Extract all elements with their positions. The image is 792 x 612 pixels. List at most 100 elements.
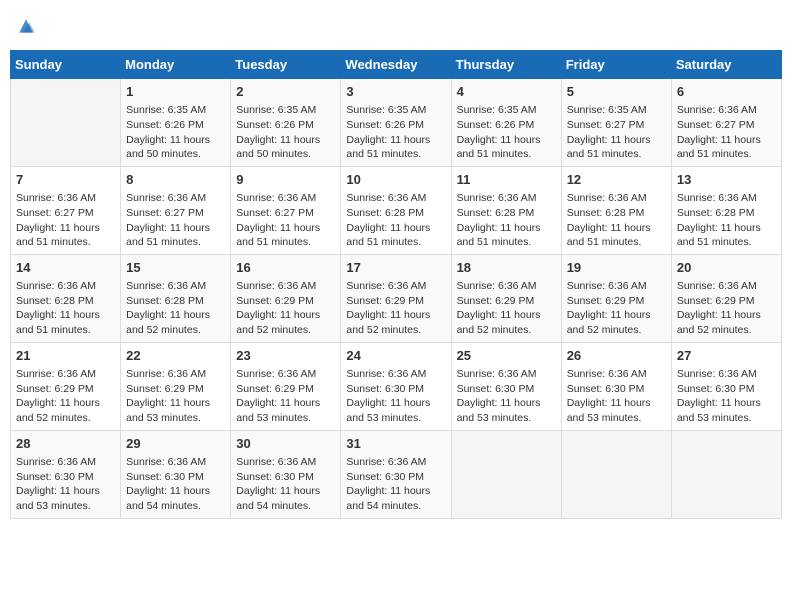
calendar-cell	[561, 430, 671, 518]
calendar-cell: 1 Sunrise: 6:35 AM Sunset: 6:26 PM Daylig…	[121, 79, 231, 167]
weekday-header: Saturday	[671, 51, 781, 79]
page-header	[10, 10, 782, 42]
calendar-week-row: 21 Sunrise: 6:36 AM Sunset: 6:29 PM Dayli…	[11, 342, 782, 430]
calendar-cell: 18Sunrise: 6:36 AM Sunset: 6:29 PM Dayli…	[451, 254, 561, 342]
day-number: 16	[236, 259, 335, 277]
weekday-header: Monday	[121, 51, 231, 79]
calendar-table: SundayMondayTuesdayWednesdayThursdayFrid…	[10, 50, 782, 519]
day-info: Sunrise: 6:36 AM Sunset: 6:30 PM Dayligh…	[457, 367, 556, 426]
day-info: Sunrise: 6:36 AM Sunset: 6:29 PM Dayligh…	[567, 279, 666, 338]
day-info: Sunrise: 6:36 AM Sunset: 6:30 PM Dayligh…	[126, 455, 225, 514]
day-number: 1	[126, 83, 225, 101]
day-number: 22	[126, 347, 225, 365]
calendar-cell: 21 Sunrise: 6:36 AM Sunset: 6:29 PM Dayli…	[11, 342, 121, 430]
day-info: Sunrise: 6:36 AM Sunset: 6:28 PM Dayligh…	[457, 191, 556, 250]
day-number: 9	[236, 171, 335, 189]
day-info: Sunrise: 6:36 AM Sunset: 6:28 PM Dayligh…	[677, 191, 776, 250]
day-info: Sunrise: 6:35 AM Sunset: 6:26 PM Dayligh…	[346, 103, 445, 162]
calendar-cell: 14 Sunrise: 6:36 AM Sunset: 6:28 PM Dayli…	[11, 254, 121, 342]
day-number: 21	[16, 347, 115, 365]
day-number: 5	[567, 83, 666, 101]
calendar-week-row: 1 Sunrise: 6:35 AM Sunset: 6:26 PM Daylig…	[11, 79, 782, 167]
day-number: 17	[346, 259, 445, 277]
calendar-cell: 10 Sunrise: 6:36 AM Sunset: 6:28 PM Dayli…	[341, 166, 451, 254]
day-info: Sunrise: 6:35 AM Sunset: 6:27 PM Dayligh…	[567, 103, 666, 162]
calendar-week-row: 14 Sunrise: 6:36 AM Sunset: 6:28 PM Dayli…	[11, 254, 782, 342]
calendar-cell: 8 Sunrise: 6:36 AM Sunset: 6:27 PM Daylig…	[121, 166, 231, 254]
calendar-cell: 13Sunrise: 6:36 AM Sunset: 6:28 PM Dayli…	[671, 166, 781, 254]
weekday-header: Friday	[561, 51, 671, 79]
day-number: 18	[457, 259, 556, 277]
calendar-cell: 31 Sunrise: 6:36 AM Sunset: 6:30 PM Dayli…	[341, 430, 451, 518]
day-number: 19	[567, 259, 666, 277]
day-number: 26	[567, 347, 666, 365]
day-number: 24	[346, 347, 445, 365]
day-info: Sunrise: 6:36 AM Sunset: 6:27 PM Dayligh…	[16, 191, 115, 250]
day-number: 20	[677, 259, 776, 277]
calendar-cell: 27 Sunrise: 6:36 AM Sunset: 6:30 PM Dayli…	[671, 342, 781, 430]
logo-icon	[16, 16, 36, 36]
day-number: 14	[16, 259, 115, 277]
calendar-cell: 28 Sunrise: 6:36 AM Sunset: 6:30 PM Dayli…	[11, 430, 121, 518]
day-info: Sunrise: 6:36 AM Sunset: 6:28 PM Dayligh…	[16, 279, 115, 338]
day-info: Sunrise: 6:36 AM Sunset: 6:29 PM Dayligh…	[236, 367, 335, 426]
day-info: Sunrise: 6:36 AM Sunset: 6:30 PM Dayligh…	[567, 367, 666, 426]
day-number: 28	[16, 435, 115, 453]
weekday-header: Wednesday	[341, 51, 451, 79]
day-info: Sunrise: 6:36 AM Sunset: 6:30 PM Dayligh…	[16, 455, 115, 514]
day-info: Sunrise: 6:35 AM Sunset: 6:26 PM Dayligh…	[126, 103, 225, 162]
day-info: Sunrise: 6:36 AM Sunset: 6:30 PM Dayligh…	[346, 367, 445, 426]
calendar-cell: 17 Sunrise: 6:36 AM Sunset: 6:29 PM Dayli…	[341, 254, 451, 342]
day-info: Sunrise: 6:36 AM Sunset: 6:30 PM Dayligh…	[677, 367, 776, 426]
day-number: 23	[236, 347, 335, 365]
calendar-cell: 16 Sunrise: 6:36 AM Sunset: 6:29 PM Dayli…	[231, 254, 341, 342]
day-info: Sunrise: 6:36 AM Sunset: 6:28 PM Dayligh…	[126, 279, 225, 338]
calendar-cell: 5 Sunrise: 6:35 AM Sunset: 6:27 PM Daylig…	[561, 79, 671, 167]
weekday-header: Tuesday	[231, 51, 341, 79]
day-number: 2	[236, 83, 335, 101]
calendar-cell: 7Sunrise: 6:36 AM Sunset: 6:27 PM Daylig…	[11, 166, 121, 254]
calendar-week-row: 7Sunrise: 6:36 AM Sunset: 6:27 PM Daylig…	[11, 166, 782, 254]
day-number: 29	[126, 435, 225, 453]
day-info: Sunrise: 6:36 AM Sunset: 6:27 PM Dayligh…	[126, 191, 225, 250]
calendar-cell: 22 Sunrise: 6:36 AM Sunset: 6:29 PM Dayli…	[121, 342, 231, 430]
day-info: Sunrise: 6:36 AM Sunset: 6:28 PM Dayligh…	[346, 191, 445, 250]
calendar-cell: 23 Sunrise: 6:36 AM Sunset: 6:29 PM Dayli…	[231, 342, 341, 430]
calendar-cell: 29 Sunrise: 6:36 AM Sunset: 6:30 PM Dayli…	[121, 430, 231, 518]
calendar-cell: 3 Sunrise: 6:35 AM Sunset: 6:26 PM Daylig…	[341, 79, 451, 167]
logo	[14, 16, 36, 36]
calendar-cell: 11 Sunrise: 6:36 AM Sunset: 6:28 PM Dayli…	[451, 166, 561, 254]
day-number: 10	[346, 171, 445, 189]
day-info: Sunrise: 6:36 AM Sunset: 6:29 PM Dayligh…	[126, 367, 225, 426]
day-info: Sunrise: 6:36 AM Sunset: 6:29 PM Dayligh…	[236, 279, 335, 338]
calendar-cell: 26 Sunrise: 6:36 AM Sunset: 6:30 PM Dayli…	[561, 342, 671, 430]
day-number: 6	[677, 83, 776, 101]
calendar-cell: 6 Sunrise: 6:36 AM Sunset: 6:27 PM Daylig…	[671, 79, 781, 167]
day-info: Sunrise: 6:36 AM Sunset: 6:27 PM Dayligh…	[677, 103, 776, 162]
day-number: 30	[236, 435, 335, 453]
day-number: 27	[677, 347, 776, 365]
calendar-header-row: SundayMondayTuesdayWednesdayThursdayFrid…	[11, 51, 782, 79]
calendar-cell	[451, 430, 561, 518]
day-info: Sunrise: 6:35 AM Sunset: 6:26 PM Dayligh…	[457, 103, 556, 162]
day-number: 15	[126, 259, 225, 277]
calendar-cell	[671, 430, 781, 518]
calendar-cell: 19 Sunrise: 6:36 AM Sunset: 6:29 PM Dayli…	[561, 254, 671, 342]
day-info: Sunrise: 6:35 AM Sunset: 6:26 PM Dayligh…	[236, 103, 335, 162]
calendar-cell: 2 Sunrise: 6:35 AM Sunset: 6:26 PM Daylig…	[231, 79, 341, 167]
day-info: Sunrise: 6:36 AM Sunset: 6:30 PM Dayligh…	[346, 455, 445, 514]
day-info: Sunrise: 6:36 AM Sunset: 6:28 PM Dayligh…	[567, 191, 666, 250]
day-number: 11	[457, 171, 556, 189]
day-number: 8	[126, 171, 225, 189]
calendar-cell	[11, 79, 121, 167]
day-info: Sunrise: 6:36 AM Sunset: 6:29 PM Dayligh…	[346, 279, 445, 338]
day-number: 31	[346, 435, 445, 453]
day-number: 4	[457, 83, 556, 101]
day-number: 3	[346, 83, 445, 101]
day-info: Sunrise: 6:36 AM Sunset: 6:30 PM Dayligh…	[236, 455, 335, 514]
calendar-cell: 20Sunrise: 6:36 AM Sunset: 6:29 PM Dayli…	[671, 254, 781, 342]
day-info: Sunrise: 6:36 AM Sunset: 6:29 PM Dayligh…	[16, 367, 115, 426]
day-number: 12	[567, 171, 666, 189]
calendar-cell: 30 Sunrise: 6:36 AM Sunset: 6:30 PM Dayli…	[231, 430, 341, 518]
calendar-cell: 15 Sunrise: 6:36 AM Sunset: 6:28 PM Dayli…	[121, 254, 231, 342]
